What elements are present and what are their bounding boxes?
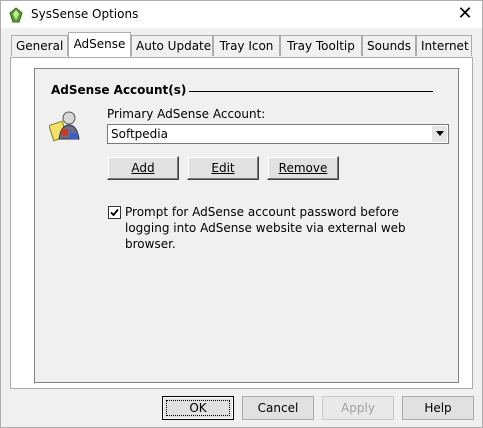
edit-account-button[interactable]: Edit <box>187 156 259 180</box>
tab-internet[interactable]: Internet <box>416 35 472 56</box>
primary-account-label: Primary AdSense Account: <box>107 107 266 121</box>
close-icon: ✕ <box>457 3 473 24</box>
primary-account-value: Softpedia <box>111 127 168 141</box>
close-button[interactable]: ✕ <box>453 4 477 24</box>
tab-adsense[interactable]: AdSense <box>68 32 131 57</box>
tab-tray-tooltip[interactable]: Tray Tooltip <box>280 35 362 56</box>
tab-tray-icon[interactable]: Tray Icon <box>213 35 280 56</box>
ok-button[interactable]: OK <box>162 396 234 420</box>
prompt-password-label[interactable]: Prompt for AdSense account password befo… <box>125 204 445 252</box>
tab-general[interactable]: General <box>11 35 68 56</box>
adsense-frame: AdSense Account(s) Primary AdSense Accou… <box>34 68 460 384</box>
cancel-button[interactable]: Cancel <box>242 396 314 420</box>
options-window: SysSense Options ✕ General AdSense Auto … <box>0 0 483 428</box>
dropdown-arrow-icon[interactable] <box>432 126 447 142</box>
remove-account-button[interactable]: Remove <box>267 156 339 180</box>
checkmark-icon <box>110 208 119 217</box>
primary-account-select[interactable]: Softpedia <box>107 124 449 144</box>
window-title: SysSense Options <box>31 7 139 21</box>
group-title: AdSense Account(s) <box>51 83 187 97</box>
user-card-icon <box>49 111 80 142</box>
add-account-button[interactable]: Add <box>107 156 179 180</box>
title-bar: SysSense Options ✕ <box>1 1 482 28</box>
prompt-password-checkbox[interactable] <box>108 206 121 219</box>
adsense-panel: AdSense Account(s) Primary AdSense Accou… <box>10 57 473 389</box>
apply-button[interactable]: Apply <box>322 396 394 420</box>
help-button[interactable]: Help <box>402 396 474 420</box>
app-icon <box>9 7 23 23</box>
focus-indicator <box>166 400 230 416</box>
tab-auto-update[interactable]: Auto Update <box>131 35 213 56</box>
tab-sounds[interactable]: Sounds <box>362 35 416 56</box>
group-divider <box>189 91 433 92</box>
